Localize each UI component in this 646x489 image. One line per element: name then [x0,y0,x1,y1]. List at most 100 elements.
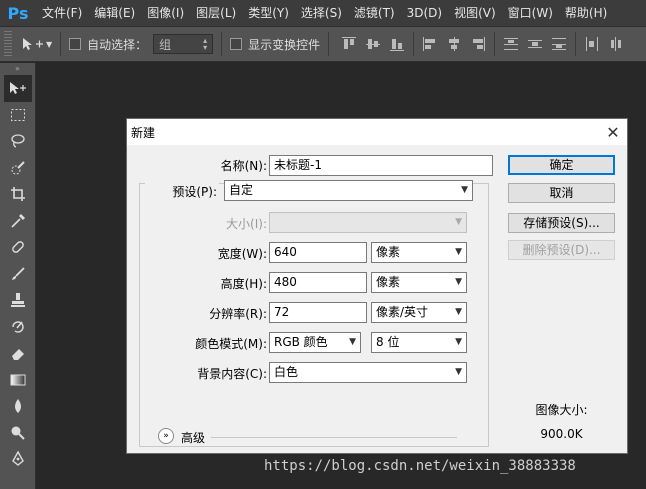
chevron-down-icon: ▼ [349,337,356,347]
resolution-label: 分辨率(R): [209,307,267,321]
align-right-icon[interactable] [471,37,486,51]
brush-tool-icon[interactable] [0,261,36,288]
color-mode-value: RGB 颜色 [274,335,328,349]
tool-preset-picker[interactable]: ▼ [22,37,52,51]
expand-advanced-icon[interactable]: » [158,428,174,444]
distribute-left-icon[interactable] [585,37,599,51]
menu-file[interactable]: 文件(F) [36,0,88,26]
chevron-down-icon: ▼ [455,307,462,317]
new-document-dialog: 新建 ✕ 名称(N): 未标题-1 预设(P): 自定 ▼ 大小(I): ▼ 宽度… [126,118,628,454]
eyedropper-tool-icon[interactable] [0,208,36,235]
color-mode-select[interactable]: RGB 颜色 ▼ [269,332,361,353]
lasso-tool-icon[interactable] [0,128,36,155]
crop-tool-icon[interactable] [0,181,36,208]
auto-select-value: 组 [159,37,172,52]
preset-label: 预设(P): [145,183,219,200]
marquee-tool-icon[interactable] [0,102,36,129]
distribute-top-icon[interactable] [504,37,519,51]
menu-type[interactable]: 类型(Y) [242,0,295,26]
distribute-bottom-icon[interactable] [552,37,567,51]
background-select[interactable]: 白色 ▼ [269,362,467,383]
menu-filter[interactable]: 滤镜(T) [348,0,401,26]
align-left-icon[interactable] [423,37,437,51]
align-hcenter-icon[interactable] [447,37,461,51]
align-bottom-icon[interactable] [390,37,405,51]
photoshop-window: Ps 文件(F) 编辑(E) 图像(I) 图层(L) 类型(Y) 选择(S) 滤… [0,0,646,489]
dodge-tool-icon[interactable] [0,420,36,447]
auto-select-dropdown[interactable]: 组 ▴ ▾ [153,34,214,54]
color-mode-label: 颜色模式(M): [195,337,267,351]
tools-panel: » [0,63,36,489]
name-label: 名称(N): [220,159,267,173]
spinner-icon: ▴ ▾ [203,36,208,52]
divider [221,32,223,56]
auto-select-label: 自动选择： [87,37,148,52]
eraser-tool-icon[interactable] [0,340,36,367]
align-vcenter-icon[interactable] [366,37,381,51]
image-size-value: 900.0K [540,427,583,441]
history-brush-tool-icon[interactable] [0,314,36,341]
cancel-button[interactable]: 取消 [508,183,615,203]
pen-tool-icon[interactable] [0,446,36,473]
auto-select-checkbox[interactable] [69,38,82,50]
resolution-input[interactable]: 72 [269,302,367,323]
preset-value: 自定 [229,183,254,197]
preset-select[interactable]: 自定 ▼ [224,180,473,201]
distribute-hcenter-icon[interactable] [609,37,623,51]
chevron-down-icon: ▼ [461,185,468,195]
background-value: 白色 [274,365,299,379]
dialog-titlebar[interactable]: 新建 ✕ [127,119,627,145]
bit-depth-value: 8 位 [376,335,400,349]
advanced-label[interactable]: 高级 [181,429,205,446]
move-tool-icon[interactable] [4,75,32,102]
save-preset-button[interactable]: 存储预设(S)... [508,213,615,233]
close-icon[interactable]: ✕ [603,122,623,142]
divider [575,32,577,56]
menu-layer[interactable]: 图层(L) [190,0,242,26]
width-input[interactable]: 640 [269,242,367,263]
chevron-down-icon: ▼ [455,217,462,227]
blur-tool-icon[interactable] [0,393,36,420]
name-input[interactable]: 未标题-1 [269,155,493,176]
bit-depth-select[interactable]: 8 位 ▼ [371,332,467,353]
delete-preset-button: 删除预设(D)... [508,240,615,260]
quick-select-tool-icon[interactable] [0,155,36,182]
show-transform-label: 显示变换控件 [248,37,321,52]
ok-button[interactable]: 确定 [508,155,615,175]
height-input[interactable]: 480 [269,272,367,293]
divider [328,32,330,56]
height-label: 高度(H): [220,277,267,291]
menu-image[interactable]: 图像(I) [141,0,190,26]
menu-edit[interactable]: 编辑(E) [88,0,141,26]
dialog-title: 新建 [131,125,156,140]
clone-stamp-tool-icon[interactable] [0,287,36,314]
height-unit-select[interactable]: 像素 ▼ [371,272,467,293]
app-logo: Ps [7,3,29,23]
chevron-down-icon: ▼ [455,337,462,347]
image-size-label: 图像大小: [535,403,588,417]
menu-window[interactable]: 窗口(W) [502,0,559,26]
menu-select[interactable]: 选择(S) [295,0,348,26]
options-bar-grip[interactable] [4,31,12,57]
menu-view[interactable]: 视图(V) [448,0,502,26]
chevron-down-icon: ▼ [455,367,462,377]
move-tool-icon [23,38,43,50]
width-unit-select[interactable]: 像素 ▼ [371,242,467,263]
width-label: 宽度(W): [217,247,267,261]
chevron-down-icon: ▼ [46,39,53,49]
size-label: 大小(I): [226,217,267,231]
align-top-icon[interactable] [342,37,357,51]
menu-3d[interactable]: 3D(D) [401,0,448,26]
panel-collapse-icon[interactable]: » [0,63,35,75]
menu-bar: Ps 文件(F) 编辑(E) 图像(I) 图层(L) 类型(Y) 选择(S) 滤… [0,0,646,26]
divider [60,32,62,56]
distribute-vcenter-icon[interactable] [528,37,543,51]
gradient-tool-icon[interactable] [0,367,36,394]
show-transform-checkbox[interactable] [230,38,243,50]
menu-help[interactable]: 帮助(H) [559,0,613,26]
healing-brush-tool-icon[interactable] [0,234,36,261]
divider [413,32,415,56]
dialog-body: 名称(N): 未标题-1 预设(P): 自定 ▼ 大小(I): ▼ 宽度(W): … [127,145,627,453]
width-unit-value: 像素 [376,245,401,259]
resolution-unit-select[interactable]: 像素/英寸 ▼ [371,302,467,323]
